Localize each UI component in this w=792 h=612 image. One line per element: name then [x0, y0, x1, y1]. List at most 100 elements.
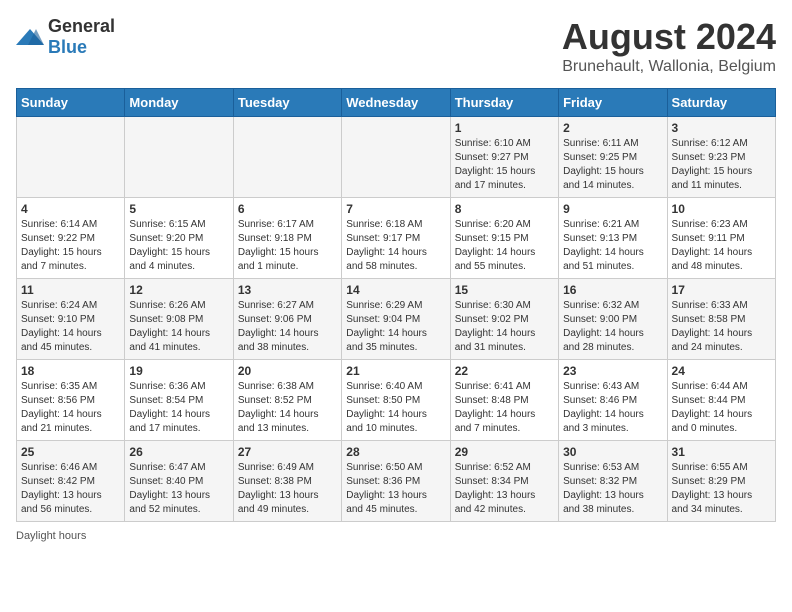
logo-icon — [16, 27, 44, 47]
calendar-cell — [17, 117, 125, 198]
calendar-cell: 5Sunrise: 6:15 AM Sunset: 9:20 PM Daylig… — [125, 198, 233, 279]
day-info: Sunrise: 6:27 AM Sunset: 9:06 PM Dayligh… — [238, 299, 337, 355]
day-info: Sunrise: 6:30 AM Sunset: 9:02 PM Dayligh… — [455, 299, 554, 355]
day-number: 29 — [455, 445, 554, 459]
calendar-cell: 16Sunrise: 6:32 AM Sunset: 9:00 PM Dayli… — [559, 279, 667, 360]
day-number: 8 — [455, 202, 554, 216]
calendar-cell — [342, 117, 450, 198]
day-number: 30 — [563, 445, 662, 459]
calendar-cell: 14 Sunrise: 6:29 AM Sunset: 9:04 PM Dayli… — [342, 279, 450, 360]
day-info: Sunrise: 6:10 AM Sunset: 9:27 PM Dayligh… — [455, 137, 554, 193]
header-row: Sunday Monday Tuesday Wednesday Thursday… — [17, 89, 776, 117]
logo-general: General — [48, 16, 115, 36]
day-number: 13 — [238, 283, 337, 297]
col-friday: Friday — [559, 89, 667, 117]
calendar-cell: 19 Sunrise: 6:36 AM Sunset: 8:54 PM Dayli… — [125, 360, 233, 441]
calendar-cell: 1 Sunrise: 6:10 AM Sunset: 9:27 PM Daylig… — [450, 117, 558, 198]
col-saturday: Saturday — [667, 89, 775, 117]
footer: Daylight hours — [16, 530, 776, 542]
day-info: Sunrise: 6:20 AM Sunset: 9:15 PM Dayligh… — [455, 218, 554, 274]
title-area: August 2024 Brunehault, Wallonia, Belgiu… — [562, 16, 776, 76]
day-number: 6 — [238, 202, 337, 216]
calendar-cell: 11Sunrise: 6:24 AM Sunset: 9:10 PM Dayli… — [17, 279, 125, 360]
calendar-cell: 20 Sunrise: 6:38 AM Sunset: 8:52 PM Dayli… — [233, 360, 341, 441]
calendar-header: Sunday Monday Tuesday Wednesday Thursday… — [17, 89, 776, 117]
day-info: Sunrise: 6:41 AM Sunset: 8:48 PM Dayligh… — [455, 380, 554, 436]
day-number: 10 — [672, 202, 771, 216]
calendar-cell: 31 Sunrise: 6:55 AM Sunset: 8:29 PM Dayli… — [667, 441, 775, 522]
calendar-cell: 18 Sunrise: 6:35 AM Sunset: 8:56 PM Dayli… — [17, 360, 125, 441]
day-number: 22 — [455, 364, 554, 378]
day-number: 18 — [21, 364, 120, 378]
day-number: 1 — [455, 121, 554, 135]
calendar-cell: 30 Sunrise: 6:53 AM Sunset: 8:32 PM Dayli… — [559, 441, 667, 522]
calendar-cell: 6 Sunrise: 6:17 AM Sunset: 9:18 PM Daylig… — [233, 198, 341, 279]
logo: General Blue — [16, 16, 115, 58]
calendar-cell: 9Sunrise: 6:21 AM Sunset: 9:13 PM Daylig… — [559, 198, 667, 279]
calendar-week-2: 4 Sunrise: 6:14 AM Sunset: 9:22 PM Daylig… — [17, 198, 776, 279]
daylight-label: Daylight hours — [16, 530, 86, 542]
calendar-cell: 13 Sunrise: 6:27 AM Sunset: 9:06 PM Dayli… — [233, 279, 341, 360]
day-info: Sunrise: 6:44 AM Sunset: 8:44 PM Dayligh… — [672, 380, 771, 436]
calendar-cell: 4 Sunrise: 6:14 AM Sunset: 9:22 PM Daylig… — [17, 198, 125, 279]
calendar-cell: 21Sunrise: 6:40 AM Sunset: 8:50 PM Dayli… — [342, 360, 450, 441]
col-sunday: Sunday — [17, 89, 125, 117]
day-info: Sunrise: 6:24 AM Sunset: 9:10 PM Dayligh… — [21, 299, 120, 355]
calendar-cell — [125, 117, 233, 198]
day-info: Sunrise: 6:12 AM Sunset: 9:23 PM Dayligh… — [672, 137, 771, 193]
col-wednesday: Wednesday — [342, 89, 450, 117]
day-info: Sunrise: 6:35 AM Sunset: 8:56 PM Dayligh… — [21, 380, 120, 436]
day-info: Sunrise: 6:38 AM Sunset: 8:52 PM Dayligh… — [238, 380, 337, 436]
day-number: 2 — [563, 121, 662, 135]
day-info: Sunrise: 6:49 AM Sunset: 8:38 PM Dayligh… — [238, 461, 337, 517]
day-info: Sunrise: 6:50 AM Sunset: 8:36 PM Dayligh… — [346, 461, 445, 517]
day-info: Sunrise: 6:36 AM Sunset: 8:54 PM Dayligh… — [129, 380, 228, 436]
day-info: Sunrise: 6:18 AM Sunset: 9:17 PM Dayligh… — [346, 218, 445, 274]
calendar-cell: 23 Sunrise: 6:43 AM Sunset: 8:46 PM Dayli… — [559, 360, 667, 441]
day-info: Sunrise: 6:52 AM Sunset: 8:34 PM Dayligh… — [455, 461, 554, 517]
calendar-cell: 15Sunrise: 6:30 AM Sunset: 9:02 PM Dayli… — [450, 279, 558, 360]
calendar-cell: 2Sunrise: 6:11 AM Sunset: 9:25 PM Daylig… — [559, 117, 667, 198]
calendar-cell — [233, 117, 341, 198]
day-number: 14 — [346, 283, 445, 297]
calendar-week-5: 25Sunrise: 6:46 AM Sunset: 8:42 PM Dayli… — [17, 441, 776, 522]
day-info: Sunrise: 6:40 AM Sunset: 8:50 PM Dayligh… — [346, 380, 445, 436]
calendar-cell: 12Sunrise: 6:26 AM Sunset: 9:08 PM Dayli… — [125, 279, 233, 360]
day-info: Sunrise: 6:32 AM Sunset: 9:00 PM Dayligh… — [563, 299, 662, 355]
day-info: Sunrise: 6:43 AM Sunset: 8:46 PM Dayligh… — [563, 380, 662, 436]
day-number: 19 — [129, 364, 228, 378]
calendar-cell: 27Sunrise: 6:49 AM Sunset: 8:38 PM Dayli… — [233, 441, 341, 522]
day-number: 23 — [563, 364, 662, 378]
day-info: Sunrise: 6:14 AM Sunset: 9:22 PM Dayligh… — [21, 218, 120, 274]
day-number: 28 — [346, 445, 445, 459]
day-number: 7 — [346, 202, 445, 216]
calendar-cell: 7 Sunrise: 6:18 AM Sunset: 9:17 PM Daylig… — [342, 198, 450, 279]
calendar-cell: 28 Sunrise: 6:50 AM Sunset: 8:36 PM Dayli… — [342, 441, 450, 522]
day-number: 3 — [672, 121, 771, 135]
calendar-cell: 29 Sunrise: 6:52 AM Sunset: 8:34 PM Dayli… — [450, 441, 558, 522]
day-number: 26 — [129, 445, 228, 459]
day-number: 20 — [238, 364, 337, 378]
day-number: 12 — [129, 283, 228, 297]
day-info: Sunrise: 6:15 AM Sunset: 9:20 PM Dayligh… — [129, 218, 228, 274]
calendar-table: Sunday Monday Tuesday Wednesday Thursday… — [16, 88, 776, 522]
day-info: Sunrise: 6:55 AM Sunset: 8:29 PM Dayligh… — [672, 461, 771, 517]
day-info: Sunrise: 6:47 AM Sunset: 8:40 PM Dayligh… — [129, 461, 228, 517]
calendar-week-4: 18 Sunrise: 6:35 AM Sunset: 8:56 PM Dayli… — [17, 360, 776, 441]
calendar-cell: 25Sunrise: 6:46 AM Sunset: 8:42 PM Dayli… — [17, 441, 125, 522]
day-number: 4 — [21, 202, 120, 216]
location: Brunehault, Wallonia, Belgium — [562, 58, 776, 76]
calendar-cell: 3 Sunrise: 6:12 AM Sunset: 9:23 PM Daylig… — [667, 117, 775, 198]
calendar-cell: 24Sunrise: 6:44 AM Sunset: 8:44 PM Dayli… — [667, 360, 775, 441]
logo-blue: Blue — [48, 37, 87, 57]
col-monday: Monday — [125, 89, 233, 117]
day-number: 31 — [672, 445, 771, 459]
day-info: Sunrise: 6:33 AM Sunset: 8:58 PM Dayligh… — [672, 299, 771, 355]
day-info: Sunrise: 6:17 AM Sunset: 9:18 PM Dayligh… — [238, 218, 337, 274]
calendar-body: 1 Sunrise: 6:10 AM Sunset: 9:27 PM Daylig… — [17, 117, 776, 522]
day-info: Sunrise: 6:53 AM Sunset: 8:32 PM Dayligh… — [563, 461, 662, 517]
day-number: 9 — [563, 202, 662, 216]
calendar-cell: 10Sunrise: 6:23 AM Sunset: 9:11 PM Dayli… — [667, 198, 775, 279]
day-info: Sunrise: 6:29 AM Sunset: 9:04 PM Dayligh… — [346, 299, 445, 355]
header: General Blue August 2024 Brunehault, Wal… — [16, 16, 776, 76]
